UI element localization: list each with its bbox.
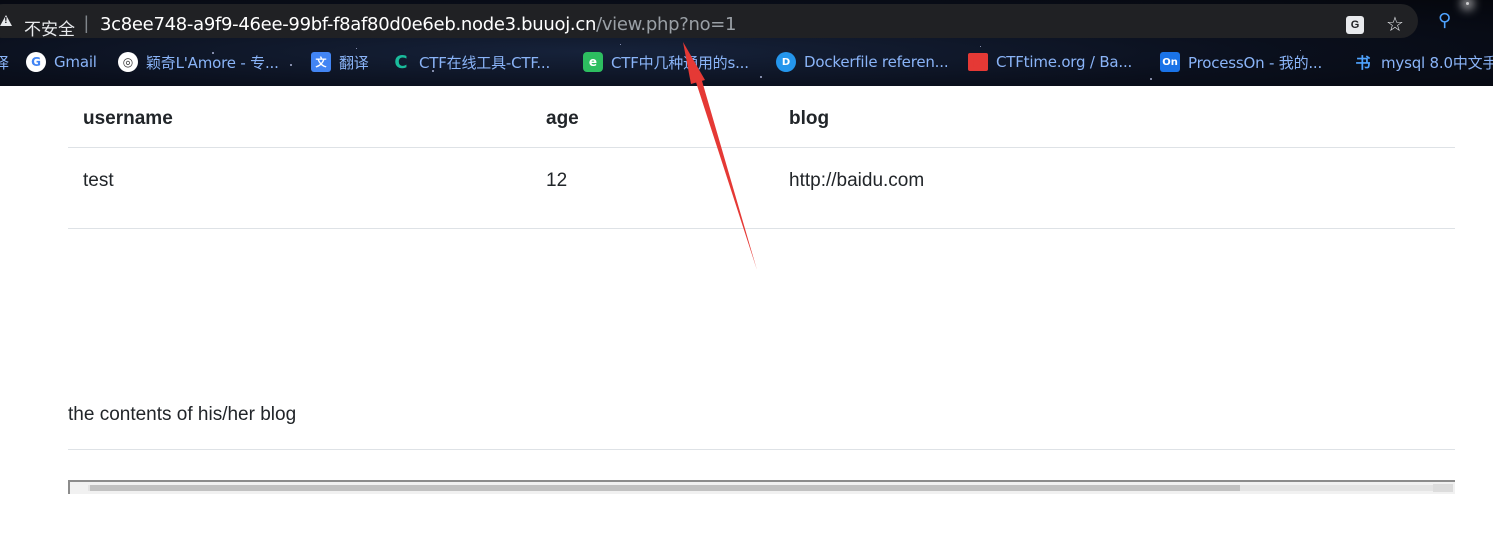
bookmark-star-icon[interactable]: ☆: [1386, 12, 1404, 36]
cell-username: test: [83, 170, 114, 191]
browser-chrome: 不安全 | 3c8ee748-a9f9-46ee-99bf-f8af80d0e6…: [0, 0, 1493, 86]
bookmark-processon[interactable]: On ProcessOn - 我的...: [1160, 49, 1322, 75]
bookmark-item-partial[interactable]: 译: [0, 49, 9, 75]
security-label[interactable]: 不安全: [24, 15, 75, 40]
bookmarks-bar: 译 G Gmail ◎ 颖奇L'Amore - 专... 文 翻译 C CTF在…: [0, 49, 1493, 75]
ctf-tools-icon: C: [394, 51, 408, 73]
globe-icon: ◎: [118, 52, 138, 72]
bookmark-label: ProcessOn - 我的...: [1188, 53, 1323, 72]
warning-icon: [0, 15, 12, 26]
bookmark-label: 翻译: [339, 53, 369, 72]
bookmark-ctf-notes[interactable]: e CTF中几种通用的s...: [583, 49, 749, 75]
bookmark-label: Dockerfile referen...: [804, 53, 949, 71]
google-translate-icon: 文: [311, 52, 331, 72]
column-header-username: username: [83, 108, 173, 129]
url-separator: |: [84, 13, 89, 33]
url-host: 3c8ee748-a9f9-46ee-99bf-f8af80d0e6eb.nod…: [100, 14, 597, 35]
bookmark-label: 颖奇L'Amore - 专...: [146, 53, 279, 72]
ctftime-flag-icon: ▶: [968, 53, 988, 71]
bookmark-lamore[interactable]: ◎ 颖奇L'Amore - 专...: [118, 49, 279, 75]
bookmark-label-partial: 译: [0, 53, 9, 72]
blog-contents-label: the contents of his/her blog: [68, 404, 297, 425]
processon-icon: On: [1160, 52, 1180, 72]
bookmark-mysql-manual[interactable]: 书 mysql 8.0中文手: [1353, 49, 1493, 75]
url-path: /view.php?no=1: [596, 14, 737, 35]
divider: [68, 449, 1455, 450]
bookmark-label: CTF中几种通用的s...: [611, 53, 749, 72]
evernote-icon: e: [583, 52, 603, 72]
address-bar[interactable]: 不安全 | 3c8ee748-a9f9-46ee-99bf-f8af80d0e6…: [0, 4, 1418, 40]
translate-icon[interactable]: G: [1346, 16, 1364, 34]
book-icon: 书: [1355, 53, 1371, 72]
column-header-blog: blog: [789, 108, 830, 129]
url-text[interactable]: 3c8ee748-a9f9-46ee-99bf-f8af80d0e6eb.nod…: [100, 14, 737, 35]
cell-age: 12: [546, 170, 568, 191]
bookmark-label: mysql 8.0中文手: [1381, 53, 1493, 72]
table-header-row: [68, 86, 1455, 148]
scrollbar-corner: [1433, 484, 1453, 492]
cell-blog: http://baidu.com: [789, 170, 925, 191]
bookmark-label: CTFtime.org / Ba...: [996, 53, 1133, 71]
docker-icon: D: [776, 52, 796, 72]
bookmark-label: CTF在线工具-CTF...: [419, 53, 551, 72]
bookmark-translate[interactable]: 文 翻译: [311, 49, 369, 75]
bookmark-dockerfile[interactable]: D Dockerfile referen...: [776, 49, 949, 75]
page-content: username age blog test 12 http://baidu.c…: [0, 86, 1493, 549]
bookmark-ctf-tools[interactable]: C CTF在线工具-CTF...: [391, 49, 550, 75]
bookmark-label: Gmail: [54, 53, 97, 71]
column-header-age: age: [546, 108, 579, 129]
extension-icon[interactable]: ⚲: [1438, 10, 1451, 31]
scrollbar-thumb[interactable]: [90, 485, 1240, 491]
bookmark-ctftime[interactable]: ▶ CTFtime.org / Ba...: [968, 49, 1132, 75]
table-row: [68, 148, 1455, 229]
blog-iframe[interactable]: [68, 480, 1455, 494]
bookmark-gmail[interactable]: G Gmail: [26, 49, 97, 75]
google-icon: G: [26, 52, 46, 72]
